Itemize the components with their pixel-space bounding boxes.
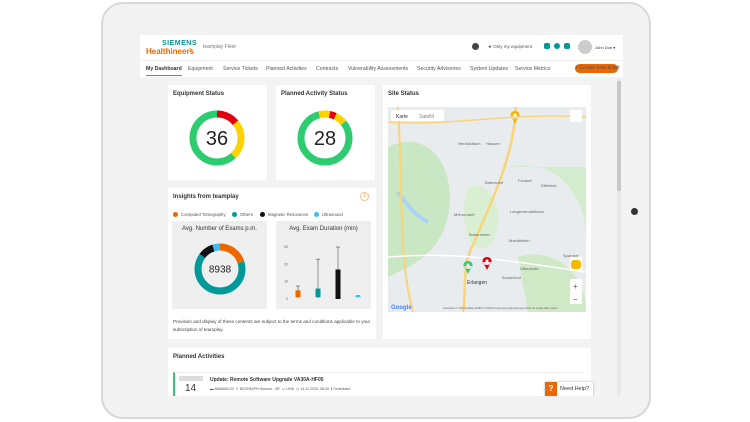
equipment-status-donut[interactable]: 36: [188, 109, 246, 167]
map-label: Heroldsbach: [458, 141, 480, 146]
only-my-equipment-label: ★ Only my equipment: [488, 44, 533, 49]
nav-system-updates[interactable]: System Updates: [470, 66, 508, 72]
app-name: teamplay Fleet: [203, 44, 236, 50]
y-tick-label: 10: [284, 280, 288, 284]
nav-vulnerability-assessments[interactable]: Vulnerability Assessments: [348, 66, 408, 72]
donut-center-value: 28: [314, 128, 336, 150]
app-screen: SIEMENS Healthineers › teamplay Fleet ★ …: [140, 35, 623, 396]
map-label-erlangen: Erlangen: [467, 280, 487, 286]
site-map[interactable]: Karte Satellit Erlangen Baiersdorf Möhre…: [388, 107, 586, 312]
duration-chart-title: Avg. Exam Duration (min): [289, 226, 358, 232]
user-name[interactable]: John Doe ▾: [595, 45, 615, 50]
activity-site: BIOGRAPH Horizon - 3R: [239, 387, 280, 391]
info-icon[interactable]: i: [360, 192, 369, 201]
nav-planned-activities[interactable]: Planned Activities: [266, 66, 307, 72]
exams-chart-title: Avg. Number of Exams p.m.: [182, 226, 257, 232]
map-label: Buckenhof: [502, 275, 522, 280]
y-tick-label: 0: [286, 297, 288, 301]
avatar[interactable]: [578, 40, 592, 54]
activity-meta: ▬ 6666663.03 ✎ BIOGRAPH Horizon - 3R ▭ L…: [210, 387, 351, 391]
map-attribution[interactable]: Kartendaten © 2020 GeoBasis-DE/BKG (©200…: [443, 307, 558, 310]
map-tab-satellit[interactable]: Satellit: [419, 114, 435, 120]
map-label: Hausen: [486, 141, 500, 146]
equipment-status-card[interactable]: Equipment Status 36: [168, 85, 267, 180]
duration-box-plot[interactable]: 0 10 20 30: [276, 239, 371, 309]
zoom-out-button[interactable]: −: [573, 295, 578, 304]
activity-serial: 6666663.03: [214, 387, 234, 391]
box[interactable]: [335, 269, 341, 299]
map-label: Langensendelbach: [510, 209, 544, 214]
legend-label: Others: [240, 212, 253, 217]
planned-activity-status-donut[interactable]: 28: [296, 109, 354, 167]
legend-label: Ultrasound: [322, 212, 343, 217]
site-status-title: Site Status: [388, 91, 420, 97]
only-my-equipment-text: Only my equipment: [493, 44, 533, 49]
question-icon: ?: [545, 382, 557, 396]
map-label: Möhrendorf: [454, 212, 475, 217]
planned-activities-title: Planned Activities: [173, 354, 225, 360]
activity-status: Scheduled: [333, 387, 351, 391]
planned-activities-card: Planned Activities 14 Update: Remote Sof…: [168, 348, 591, 396]
box[interactable]: [315, 288, 321, 298]
donut-center-value: 36: [206, 128, 228, 150]
only-my-equipment-toggle[interactable]: [472, 43, 482, 50]
nav-service-tickets[interactable]: Service Tickets: [223, 66, 258, 72]
brand-logo-bottom: Healthineers: [146, 47, 195, 56]
nav-equipment[interactable]: Equipment: [188, 66, 213, 72]
user-name-text: John Doe: [595, 45, 613, 50]
need-help-label: Need Help?: [560, 386, 590, 392]
create-ticket-button[interactable]: + Create new ticket: [575, 64, 620, 73]
page-scrollbar[interactable]: [617, 79, 621, 396]
insights-title: Insights from teamplay: [173, 194, 239, 200]
legend-us: Ultrasound: [314, 212, 343, 218]
mail-icon[interactable]: [564, 43, 570, 49]
planned-activity-status-title: Planned Activity Status: [281, 91, 348, 97]
zoom-in-button[interactable]: +: [573, 282, 578, 291]
google-logo: Google: [391, 305, 412, 311]
help-circle-icon[interactable]: [554, 43, 560, 49]
legend-ct: Computed Tomography: [173, 212, 226, 218]
box[interactable]: [355, 295, 361, 298]
y-tick-label: 30: [284, 245, 288, 249]
map-label: Baiersdorf: [485, 180, 504, 185]
map-label: Poxdorf: [518, 178, 533, 183]
brand-arrow-icon: ›: [189, 44, 192, 54]
legend-label: Computed Tomography: [181, 212, 226, 217]
exams-donut[interactable]: 8938: [193, 242, 247, 296]
map-label: Bubenreuth: [469, 232, 490, 237]
duration-chart-panel: Avg. Exam Duration (min) 0 10 20 30: [276, 221, 371, 309]
legend-others: Others: [232, 212, 253, 218]
equipment-status-title: Equipment Status: [173, 91, 225, 97]
nav-my-dashboard[interactable]: My Dashboard: [146, 66, 182, 76]
legend-label: Magnetic Resonance: [268, 212, 309, 217]
legend-mr: Magnetic Resonance: [260, 212, 309, 218]
planned-activity-status-card[interactable]: Planned Activity Status 28: [276, 85, 375, 180]
activity-date: 14.11.2020, 08:30: [300, 387, 330, 391]
bell-icon[interactable]: [544, 43, 550, 49]
tablet-home-button: [631, 208, 638, 215]
need-help-button[interactable]: ? Need Help?: [545, 382, 593, 396]
donut-center-value: 8938: [209, 265, 232, 276]
map-label: Marloffstein: [509, 238, 530, 243]
y-tick-label: 20: [284, 262, 288, 266]
exams-chart-panel: Avg. Number of Exams p.m. 8938: [172, 221, 267, 309]
header: SIEMENS Healthineers › teamplay Fleet ★ …: [140, 35, 623, 60]
map-label: Uttenreuth: [520, 266, 539, 271]
main-nav: My Dashboard Equipment Service Tickets P…: [140, 60, 623, 77]
map-tab-karte[interactable]: Karte: [396, 114, 408, 120]
box[interactable]: [295, 290, 301, 298]
map-label: Effeltrich: [541, 183, 557, 188]
nav-security-advisories[interactable]: Security Advisories: [417, 66, 461, 72]
fullscreen-button[interactable]: [570, 110, 582, 122]
insights-card: Insights from teamplay i Computed Tomogr…: [168, 188, 376, 339]
date-badge-header: [179, 376, 203, 381]
nav-contracts[interactable]: Contracts: [316, 66, 338, 72]
planned-activity-item[interactable]: 14 Update: Remote Software Upgrade VA30A…: [173, 372, 583, 396]
insights-disclaimer: Provision and display of these contents …: [173, 319, 371, 332]
nav-service-metrics[interactable]: Service Metrics: [515, 66, 550, 72]
activity-type: LINK: [286, 387, 295, 391]
activity-day: 14: [185, 383, 197, 394]
activity-title[interactable]: Update: Remote Software Upgrade VA30A-HF…: [210, 377, 324, 383]
site-status-card: Site Status Karte Satellit Erlangen Baie…: [383, 85, 591, 339]
